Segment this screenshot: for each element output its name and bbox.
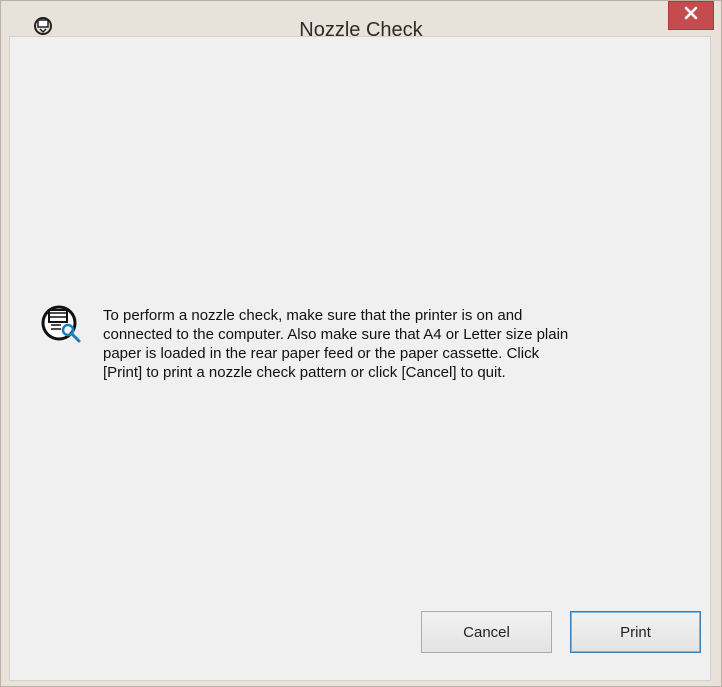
nozzle-check-icon [38,301,84,347]
close-button[interactable] [668,1,714,30]
instruction-text: To perform a nozzle check, make sure tha… [103,307,569,381]
close-icon [684,6,698,25]
dialog-content: To perform a nozzle check, make sure tha… [9,36,711,681]
print-button[interactable]: Print [570,611,701,653]
nozzle-check-window: Nozzle Check To perform a nozzle check, … [0,0,722,687]
cancel-button[interactable]: Cancel [421,611,552,653]
